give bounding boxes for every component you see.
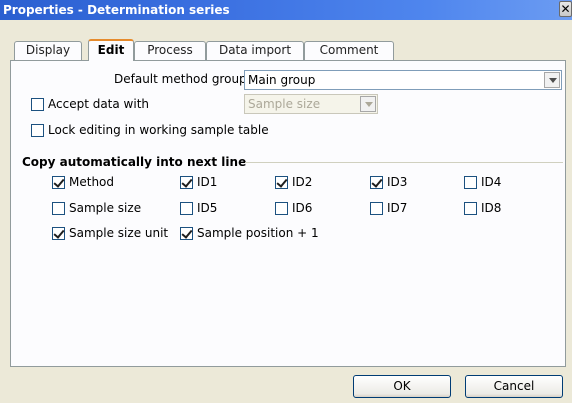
id3-label: ID3 (387, 175, 408, 189)
tab-edit[interactable]: Edit (88, 39, 134, 61)
ok-button[interactable]: OK (353, 375, 451, 398)
id2-label: ID2 (292, 175, 313, 189)
lock-editing-checkbox[interactable] (31, 124, 44, 137)
section-divider (245, 162, 563, 163)
tab-data-import[interactable]: Data import (206, 41, 304, 60)
default-method-group-label: Default method group (114, 72, 247, 86)
sample-position-checkbox[interactable] (180, 227, 193, 240)
accept-data-with-select: Sample size (244, 94, 378, 114)
id1-checkbox[interactable] (180, 176, 193, 189)
id4-label: ID4 (481, 175, 502, 189)
chevron-down-icon[interactable] (544, 72, 560, 88)
sample-position-label: Sample position + 1 (197, 226, 319, 240)
tab-display[interactable]: Display (14, 41, 82, 60)
id8-label: ID8 (481, 201, 502, 215)
default-method-group-select[interactable]: Main group (244, 70, 562, 90)
title-bar[interactable]: Properties - Determination series ✕ (0, 0, 572, 20)
method-checkbox[interactable] (52, 176, 65, 189)
chevron-down-icon (360, 96, 376, 112)
copy-section-title: Copy automatically into next line (22, 155, 247, 169)
id7-label: ID7 (387, 201, 408, 215)
sample-size-checkbox[interactable] (52, 202, 65, 215)
window-title: Properties - Determination series (3, 3, 230, 17)
default-method-group-value: Main group (248, 73, 316, 87)
edit-tab-panel: Default method group Main group Accept d… (10, 60, 566, 367)
close-icon[interactable]: ✕ (559, 1, 572, 17)
method-label: Method (69, 175, 115, 189)
properties-dialog: Properties - Determination series ✕ Disp… (0, 0, 572, 403)
accept-data-with-checkbox[interactable] (31, 98, 44, 111)
id6-checkbox[interactable] (275, 202, 288, 215)
cancel-button[interactable]: Cancel (465, 375, 563, 398)
id7-checkbox[interactable] (370, 202, 383, 215)
lock-editing-label: Lock editing in working sample table (48, 123, 269, 137)
sample-size-unit-checkbox[interactable] (52, 227, 65, 240)
sample-size-label: Sample size (69, 201, 142, 215)
id3-checkbox[interactable] (370, 176, 383, 189)
id8-checkbox[interactable] (464, 202, 477, 215)
tab-comment[interactable]: Comment (304, 41, 394, 60)
id2-checkbox[interactable] (275, 176, 288, 189)
id5-checkbox[interactable] (180, 202, 193, 215)
id1-label: ID1 (197, 175, 218, 189)
accept-data-with-label: Accept data with (48, 97, 150, 111)
sample-size-unit-label: Sample size unit (69, 226, 169, 240)
accept-data-with-value: Sample size (248, 97, 321, 111)
id5-label: ID5 (197, 201, 218, 215)
id4-checkbox[interactable] (464, 176, 477, 189)
tab-process[interactable]: Process (134, 41, 206, 60)
id6-label: ID6 (292, 201, 313, 215)
